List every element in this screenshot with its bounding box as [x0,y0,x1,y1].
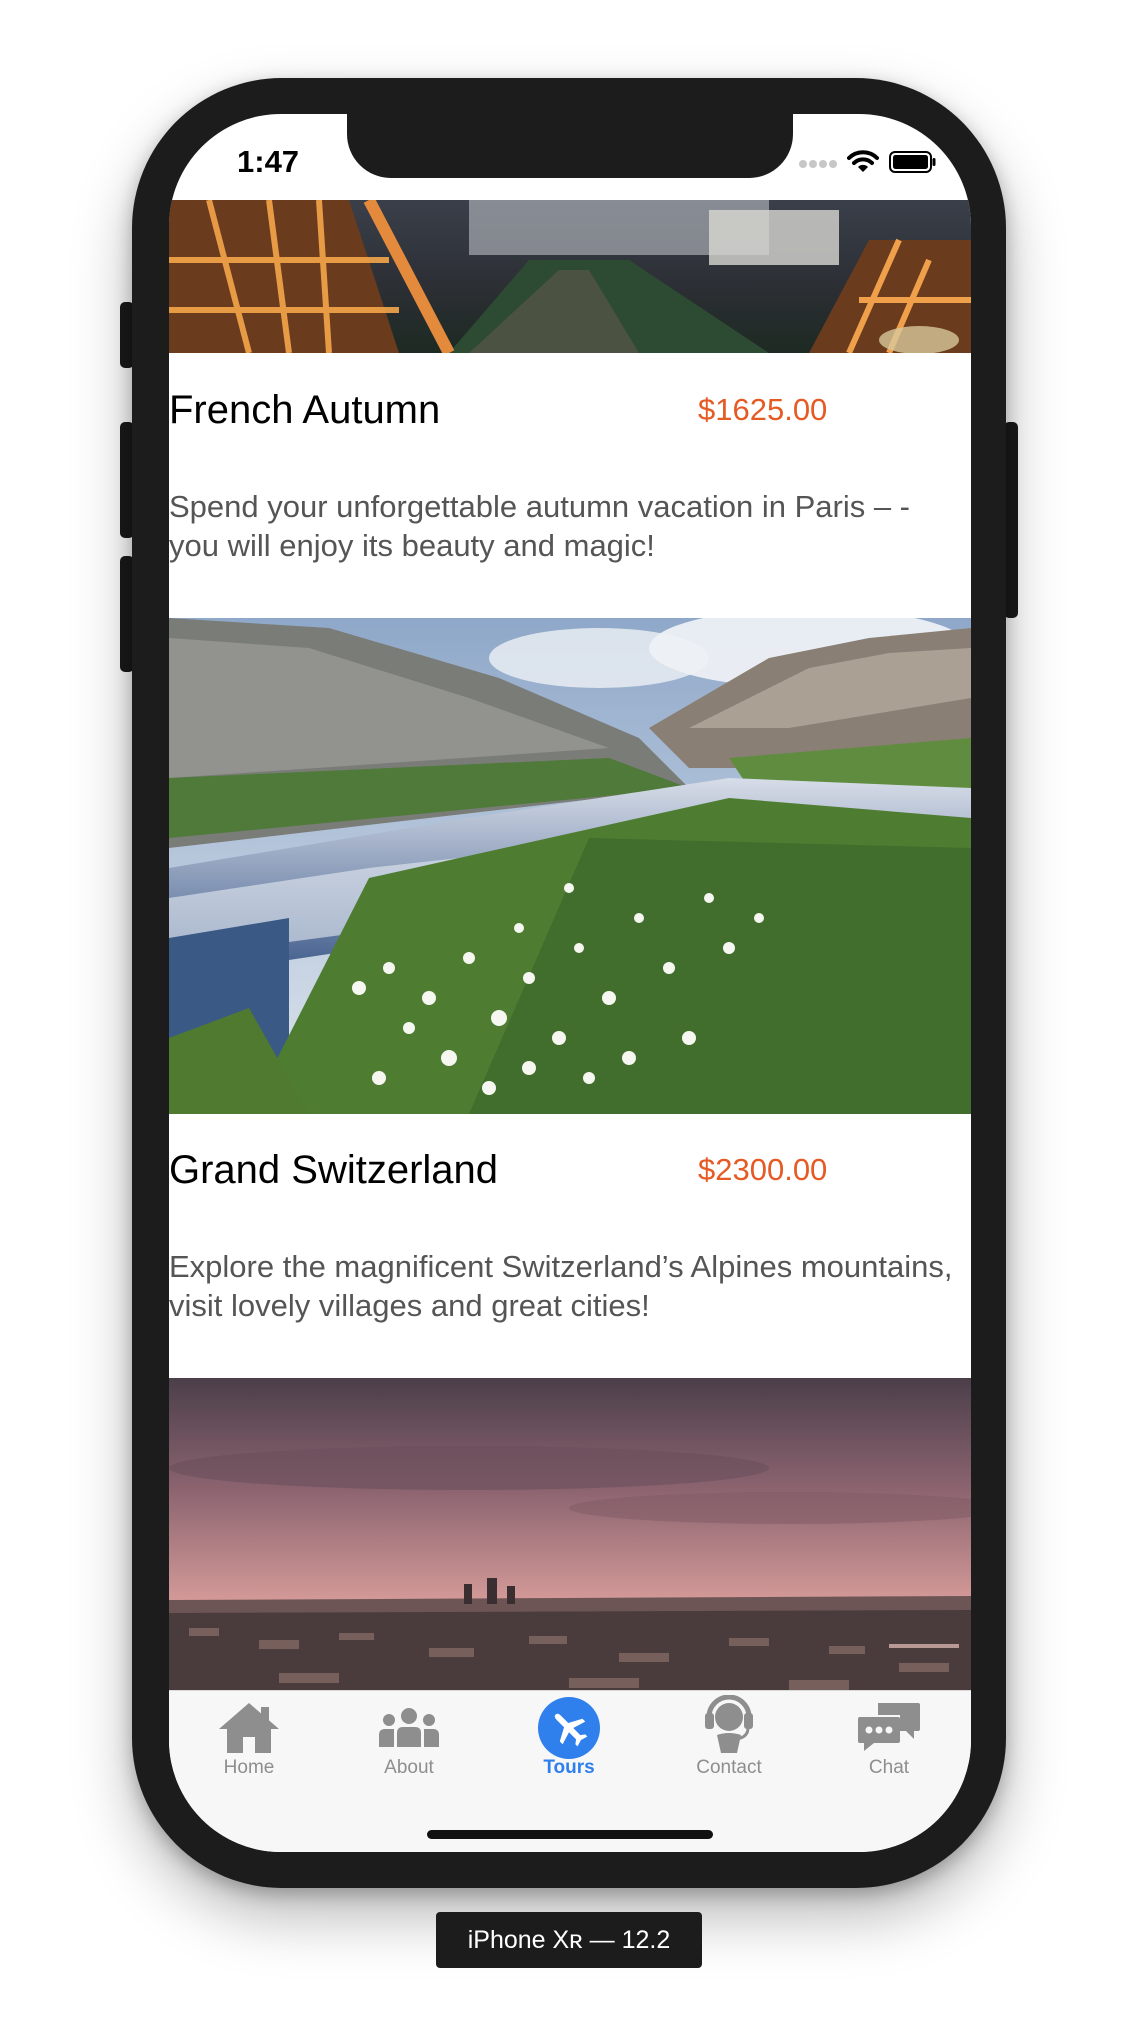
group-icon [377,1707,441,1752]
tour-description: Spend your unforgettable autumn vacation… [169,489,911,563]
tour-title: French Autumn [169,388,441,432]
home-indicator[interactable] [427,1830,713,1839]
status-icons [799,150,937,179]
tab-bar: Home About Tours Contact Chat [169,1690,971,1852]
signal-dots-icon [799,156,837,174]
tab-home[interactable]: Home [169,1691,329,1801]
chat-bubbles-icon [856,1701,922,1758]
tour-image-city[interactable] [169,1378,971,1690]
tour-image-switzerland[interactable] [169,618,971,1114]
wifi-icon [847,150,879,179]
home-icon [217,1701,281,1760]
phone-screen: French Autumn $1625.00 Spend your unforg… [169,114,971,1852]
tab-contact[interactable]: Contact [649,1691,809,1801]
tab-label: Tours [543,1757,595,1778]
tab-label: About [384,1757,434,1778]
tour-title: Grand Switzerland [169,1148,499,1192]
tab-tours[interactable]: Tours [489,1691,649,1801]
tab-label: Chat [868,1757,910,1778]
tab-chat[interactable]: Chat [809,1691,969,1801]
power-button [1004,422,1018,618]
tour-card-grand-switzerland[interactable]: Grand Switzerland $2300.00 Explore the m… [169,1114,971,1378]
tour-price: $2300.00 [698,1152,828,1187]
notch [347,114,793,178]
airplane-icon [538,1697,600,1764]
tours-list[interactable]: French Autumn $1625.00 Spend your unforg… [169,200,971,1690]
tab-label: Contact [696,1757,762,1778]
simulator-device-label: iPhone Xʀ — 12.2 [436,1912,702,1968]
alpine-stream-meadow-photo [169,618,971,1114]
paris-eiffel-tower-night-photo [169,200,971,353]
battery-icon [889,150,937,179]
tab-about[interactable]: About [329,1691,489,1801]
tour-description: Explore the magnificent Switzerland’s Al… [169,1249,953,1323]
tour-price: $1625.00 [698,392,828,427]
status-time: 1:47 [237,144,300,179]
city-skyline-sunset-photo [169,1378,971,1690]
tab-label: Home [223,1757,275,1778]
tour-image-paris[interactable] [169,200,971,353]
tour-card-french-autumn[interactable]: French Autumn $1625.00 Spend your unforg… [169,353,971,618]
headset-icon [703,1694,755,1760]
